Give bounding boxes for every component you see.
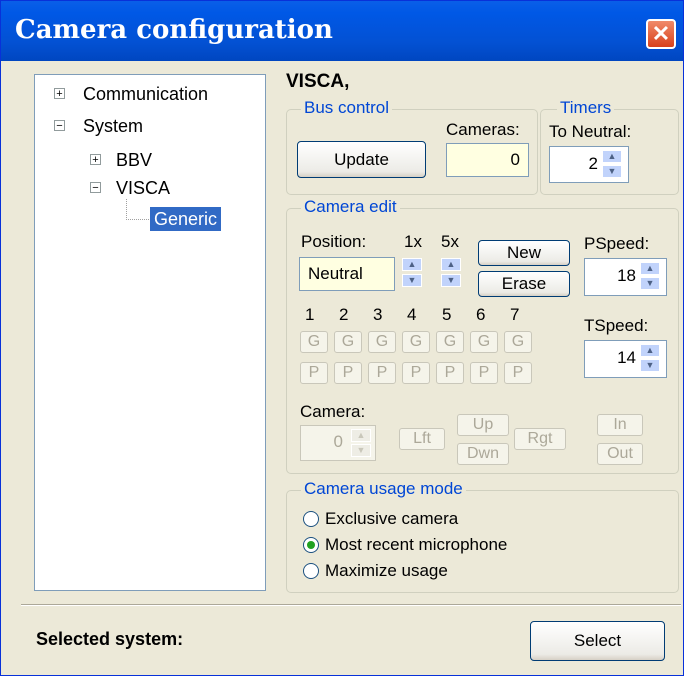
pspeed-spinner[interactable]: 18 ▲ ▼ <box>584 258 667 296</box>
radio-selected-dot <box>307 541 315 549</box>
tspeed-spinner[interactable]: 14 ▲ ▼ <box>584 340 667 378</box>
down-arrow-icon[interactable]: ▼ <box>402 274 422 287</box>
tree-item-bbv[interactable]: BBV <box>116 148 152 172</box>
option-most-recent-microphone[interactable]: Most recent microphone <box>325 535 507 555</box>
tree-item-system[interactable]: System <box>83 114 143 138</box>
close-button[interactable]: ✕ <box>646 19 676 49</box>
expand-icon[interactable]: + <box>90 154 101 166</box>
up-arrow-icon[interactable]: ▲ <box>351 429 371 442</box>
camera-config-window: Camera configuration ✕ + Communication −… <box>0 0 684 676</box>
zoom-in-button[interactable]: In <box>597 414 643 436</box>
pspeed-label: PSpeed: <box>584 234 650 253</box>
tree-item-communication[interactable]: Communication <box>83 82 208 106</box>
up-arrow-icon[interactable]: ▲ <box>640 344 660 357</box>
position-label: Position: <box>301 232 367 251</box>
goto-preset-button[interactable]: G <box>334 331 362 353</box>
down-arrow-icon[interactable]: ▼ <box>640 359 660 372</box>
to-neutral-spinner[interactable]: 2 ▲ ▼ <box>549 146 629 183</box>
goto-preset-button[interactable]: G <box>368 331 396 353</box>
cameras-field: 0 <box>446 143 529 177</box>
down-arrow-icon[interactable]: ▼ <box>640 277 660 290</box>
cameras-label: Cameras: <box>446 120 520 139</box>
preset-number: 3 <box>373 305 383 324</box>
tilt-down-button[interactable]: Dwn <box>457 443 509 465</box>
to-neutral-label: To Neutral: <box>549 122 632 141</box>
radio-maximize-usage[interactable] <box>303 563 319 579</box>
new-button[interactable]: New <box>478 240 570 266</box>
section-heading: VISCA, <box>286 71 350 92</box>
tspeed-label: TSpeed: <box>584 316 649 335</box>
radio-most-recent-microphone[interactable] <box>303 537 319 553</box>
tree-item-visca[interactable]: VISCA <box>116 176 170 200</box>
program-preset-button[interactable]: P <box>402 362 430 384</box>
timers-label: Timers <box>557 98 615 118</box>
camera-label: Camera: <box>300 402 366 421</box>
bus-control-label: Bus control <box>301 98 393 118</box>
tree-item-generic[interactable]: Generic <box>150 207 222 231</box>
position-value: Neutral <box>308 264 363 283</box>
radio-exclusive-camera[interactable] <box>303 511 319 527</box>
program-preset-button[interactable]: P <box>368 362 396 384</box>
pan-left-button[interactable]: Lft <box>399 428 445 450</box>
program-preset-button[interactable]: P <box>436 362 464 384</box>
pspeed-value: 18 <box>617 266 636 285</box>
camera-usage-label: Camera usage mode <box>301 479 466 499</box>
up-arrow-icon[interactable]: ▲ <box>640 262 660 275</box>
preset-number: 1 <box>305 305 315 324</box>
up-arrow-icon[interactable]: ▲ <box>602 150 622 163</box>
option-maximize-usage[interactable]: Maximize usage <box>325 561 448 581</box>
program-preset-button[interactable]: P <box>504 362 532 384</box>
down-arrow-icon[interactable]: ▼ <box>351 444 371 457</box>
preset-number: 4 <box>407 305 417 324</box>
preset-number: 2 <box>339 305 349 324</box>
up-arrow-icon[interactable]: ▲ <box>441 258 461 271</box>
goto-preset-button[interactable]: G <box>470 331 498 353</box>
collapse-icon[interactable]: − <box>90 182 101 194</box>
down-arrow-icon[interactable]: ▼ <box>602 165 622 178</box>
camera-edit-label: Camera edit <box>301 197 400 217</box>
goto-preset-button[interactable]: G <box>402 331 430 353</box>
collapse-icon[interactable]: − <box>54 120 65 132</box>
preset-number: 6 <box>476 305 486 324</box>
program-preset-button[interactable]: P <box>470 362 498 384</box>
tspeed-value: 14 <box>617 348 636 367</box>
title-bar[interactable]: Camera configuration ✕ <box>1 1 683 61</box>
window-title: Camera configuration <box>15 15 333 45</box>
system-tree[interactable]: + Communication − System + BBV − VISCA G… <box>34 74 266 591</box>
down-arrow-icon[interactable]: ▼ <box>441 274 461 287</box>
camera-value: 0 <box>333 432 343 451</box>
goto-preset-button[interactable]: G <box>300 331 328 353</box>
expand-icon[interactable]: + <box>54 88 65 100</box>
footer-divider-highlight <box>21 605 681 606</box>
pan-right-button[interactable]: Rgt <box>514 428 566 450</box>
zoom-out-button[interactable]: Out <box>597 443 643 465</box>
option-exclusive-camera[interactable]: Exclusive camera <box>325 509 458 529</box>
position-field[interactable]: Neutral <box>299 257 395 291</box>
5x-label: 5x <box>441 232 459 251</box>
program-preset-button[interactable]: P <box>300 362 328 384</box>
tilt-up-button[interactable]: Up <box>457 414 509 436</box>
cameras-value: 0 <box>510 150 520 169</box>
goto-preset-button[interactable]: G <box>436 331 464 353</box>
up-arrow-icon[interactable]: ▲ <box>402 258 422 271</box>
tree-connector-line <box>126 199 149 220</box>
update-button[interactable]: Update <box>297 141 426 178</box>
preset-number: 7 <box>510 305 520 324</box>
1x-label: 1x <box>404 232 422 251</box>
preset-number: 5 <box>442 305 452 324</box>
camera-spinner[interactable]: 0 ▲ ▼ <box>300 425 376 461</box>
erase-button[interactable]: Erase <box>478 271 570 297</box>
selected-system-label: Selected system: <box>36 629 184 649</box>
program-preset-button[interactable]: P <box>334 362 362 384</box>
select-button[interactable]: Select <box>530 621 665 661</box>
to-neutral-value: 2 <box>588 154 598 173</box>
goto-preset-button[interactable]: G <box>504 331 532 353</box>
